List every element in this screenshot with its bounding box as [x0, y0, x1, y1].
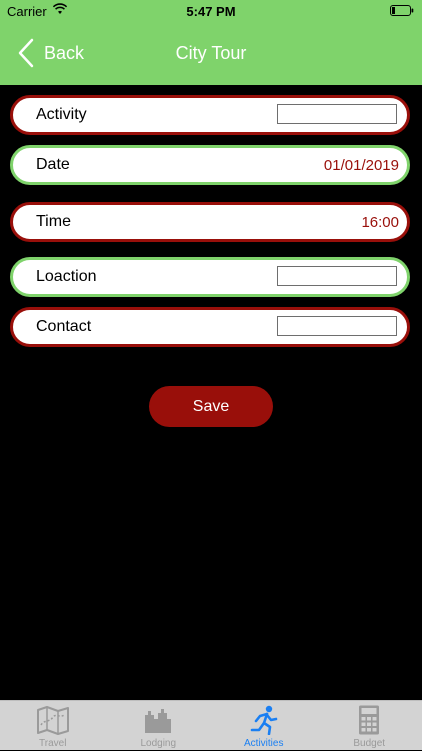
- location-field: Loaction: [10, 257, 410, 297]
- battery-icon: [390, 5, 414, 16]
- time-value[interactable]: 16:00: [361, 214, 399, 231]
- activity-label: Activity: [36, 106, 87, 124]
- tab-lodging-label: Lodging: [106, 738, 212, 749]
- date-label: Date: [36, 156, 70, 174]
- tab-travel[interactable]: Travel: [0, 701, 106, 751]
- contact-input[interactable]: [277, 316, 397, 336]
- tab-activities[interactable]: Activities: [211, 701, 317, 751]
- running-person-icon: [247, 705, 281, 735]
- location-label: Loaction: [36, 268, 97, 286]
- status-time: 5:47 PM: [0, 4, 422, 19]
- tab-budget[interactable]: Budget: [317, 701, 422, 751]
- map-icon: [36, 705, 70, 735]
- contact-field: Contact: [10, 307, 410, 347]
- time-label: Time: [36, 213, 71, 231]
- time-field[interactable]: Time 16:00: [10, 202, 410, 242]
- tab-bar: Travel Lodging Activities: [0, 700, 422, 750]
- castle-icon: [141, 705, 175, 735]
- tab-budget-label: Budget: [317, 738, 422, 749]
- navigation-bar: Back City Tour: [0, 22, 422, 85]
- location-input[interactable]: [277, 266, 397, 286]
- tab-travel-label: Travel: [0, 738, 106, 749]
- contact-label: Contact: [36, 318, 91, 336]
- activity-field: Activity: [10, 95, 410, 135]
- date-value[interactable]: 01/01/2019: [324, 157, 399, 174]
- activity-input[interactable]: [277, 104, 397, 124]
- tab-lodging[interactable]: Lodging: [106, 701, 212, 751]
- save-button[interactable]: Save: [149, 386, 273, 427]
- tab-activities-label: Activities: [211, 738, 317, 749]
- status-bar: Carrier 5:47 PM: [0, 0, 422, 22]
- date-field[interactable]: Date 01/01/2019: [10, 145, 410, 185]
- calculator-icon: [352, 705, 386, 735]
- page-title: City Tour: [0, 43, 422, 64]
